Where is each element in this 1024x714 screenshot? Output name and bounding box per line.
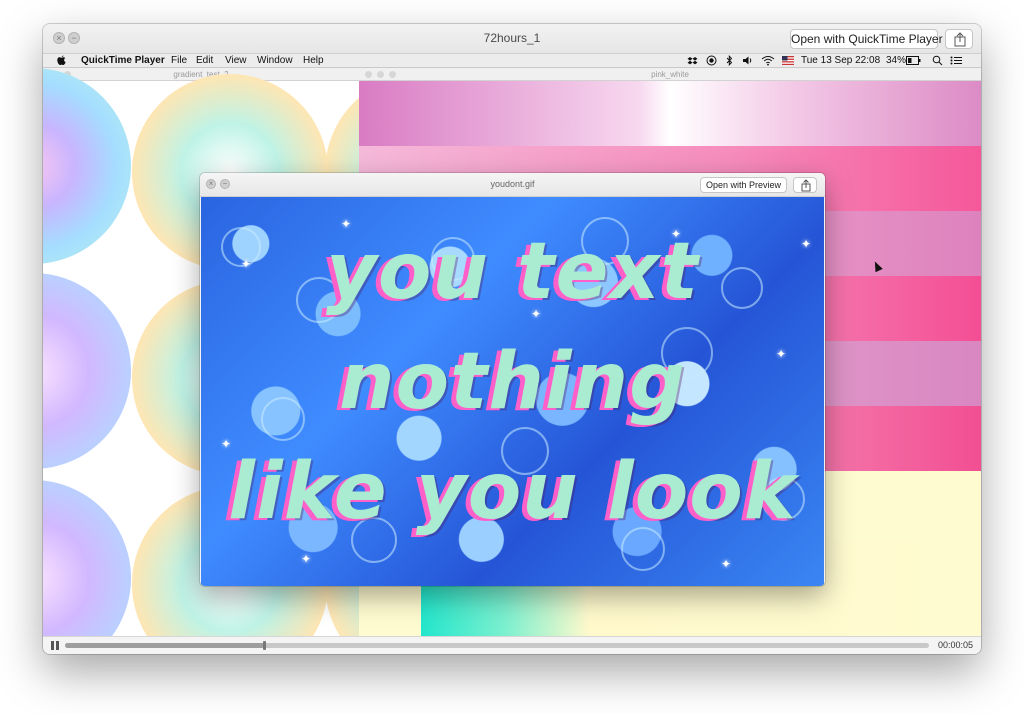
share-button[interactable] — [945, 29, 973, 49]
share-icon — [954, 32, 966, 47]
pink-window-title: pink_white — [651, 70, 689, 79]
timeline-track[interactable] — [65, 641, 929, 650]
gradient-circle — [43, 480, 131, 636]
quicktime-window: × − 72hours_1 Open with QuickTime Player… — [43, 24, 981, 654]
elapsed-time: 00:00:05 — [937, 640, 973, 650]
share-icon — [801, 179, 811, 192]
gradient-circle — [43, 273, 131, 469]
gif-text-line-2: nothing — [338, 337, 687, 427]
close-dot-icon[interactable] — [365, 71, 372, 78]
sparkle-icon: ✦ — [721, 557, 732, 571]
open-with-preview-button[interactable]: Open with Preview — [700, 177, 787, 193]
pause-icon — [51, 641, 54, 650]
gif-window-titlebar: × − youdont.gif Open with Preview — [200, 173, 825, 197]
timeline-progress — [65, 643, 264, 648]
pink-stripe — [359, 81, 981, 146]
screen-recording: QuickTime Player File Edit View Window H… — [43, 54, 981, 636]
menu-view[interactable]: View — [225, 54, 247, 68]
menu-app-name[interactable]: QuickTime Player — [81, 54, 165, 68]
pink-window-titlebar: pink_white — [359, 68, 981, 81]
gif-image: ✦ ✦ ✦ ✦ ✦ ✦ ✦ ✦ ✦ ✦ ✦ you text nothing l… — [201, 197, 824, 586]
gradient-circle — [43, 68, 131, 264]
menu-file[interactable]: File — [171, 54, 187, 68]
menu-window[interactable]: Window — [257, 54, 293, 68]
gif-text-line-3: like you look — [228, 447, 797, 537]
sparkle-icon: ✦ — [301, 552, 312, 566]
youdont-gif-window[interactable]: × − youdont.gif Open with Preview ✦ ✦ ✦ … — [200, 173, 825, 586]
minimize-dot-icon[interactable] — [377, 71, 384, 78]
menu-edit[interactable]: Edit — [196, 54, 213, 68]
battery-percent[interactable]: 34% — [886, 54, 906, 68]
gif-text-line-1: you text — [326, 227, 699, 317]
menu-help[interactable]: Help — [303, 54, 324, 68]
pause-button[interactable] — [51, 641, 59, 650]
window-titlebar: × − 72hours_1 Open with QuickTime Player — [43, 24, 981, 54]
zoom-dot-icon[interactable] — [389, 71, 396, 78]
pause-icon — [56, 641, 59, 650]
playhead-handle[interactable] — [263, 641, 266, 650]
mac-menubar: QuickTime Player File Edit View Window H… — [43, 54, 981, 68]
share-button[interactable] — [793, 177, 817, 193]
menubar-clock[interactable]: Tue 13 Sep 22:08 — [801, 54, 880, 68]
open-with-quicktime-button[interactable]: Open with QuickTime Player — [790, 29, 943, 49]
playback-controls: 00:00:05 — [43, 636, 981, 654]
